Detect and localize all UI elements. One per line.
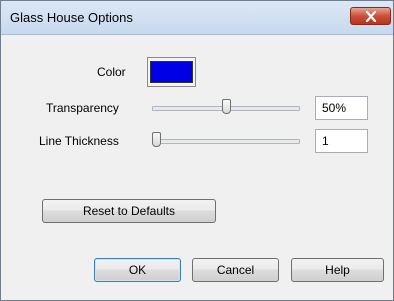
close-button[interactable] [350, 7, 391, 25]
line-thickness-label: Line Thickness [39, 134, 119, 148]
ok-button[interactable]: OK [94, 258, 181, 282]
transparency-label: Transparency [46, 101, 119, 115]
cancel-button[interactable]: Cancel [192, 258, 279, 282]
reset-to-defaults-button[interactable]: Reset to Defaults [42, 199, 216, 223]
color-label: Color [97, 65, 126, 79]
line-thickness-slider-thumb[interactable] [152, 132, 161, 147]
color-swatch-button[interactable] [147, 57, 196, 87]
color-swatch-fill [150, 61, 193, 83]
line-thickness-slider-track[interactable] [152, 139, 300, 144]
title-bar: Glass House Options [1, 1, 393, 35]
help-button[interactable]: Help [291, 258, 384, 282]
transparency-slider-thumb[interactable] [221, 99, 231, 114]
line-thickness-input[interactable]: 1 [315, 129, 368, 153]
close-icon [365, 11, 377, 22]
transparency-input[interactable]: 50% [315, 96, 368, 120]
window-title: Glass House Options [10, 10, 133, 25]
dialog-content: Color Transparency 50% Line Thickness 1 … [1, 35, 393, 300]
glass-house-options-dialog: Glass House Options Color Transparency 5… [0, 0, 394, 301]
